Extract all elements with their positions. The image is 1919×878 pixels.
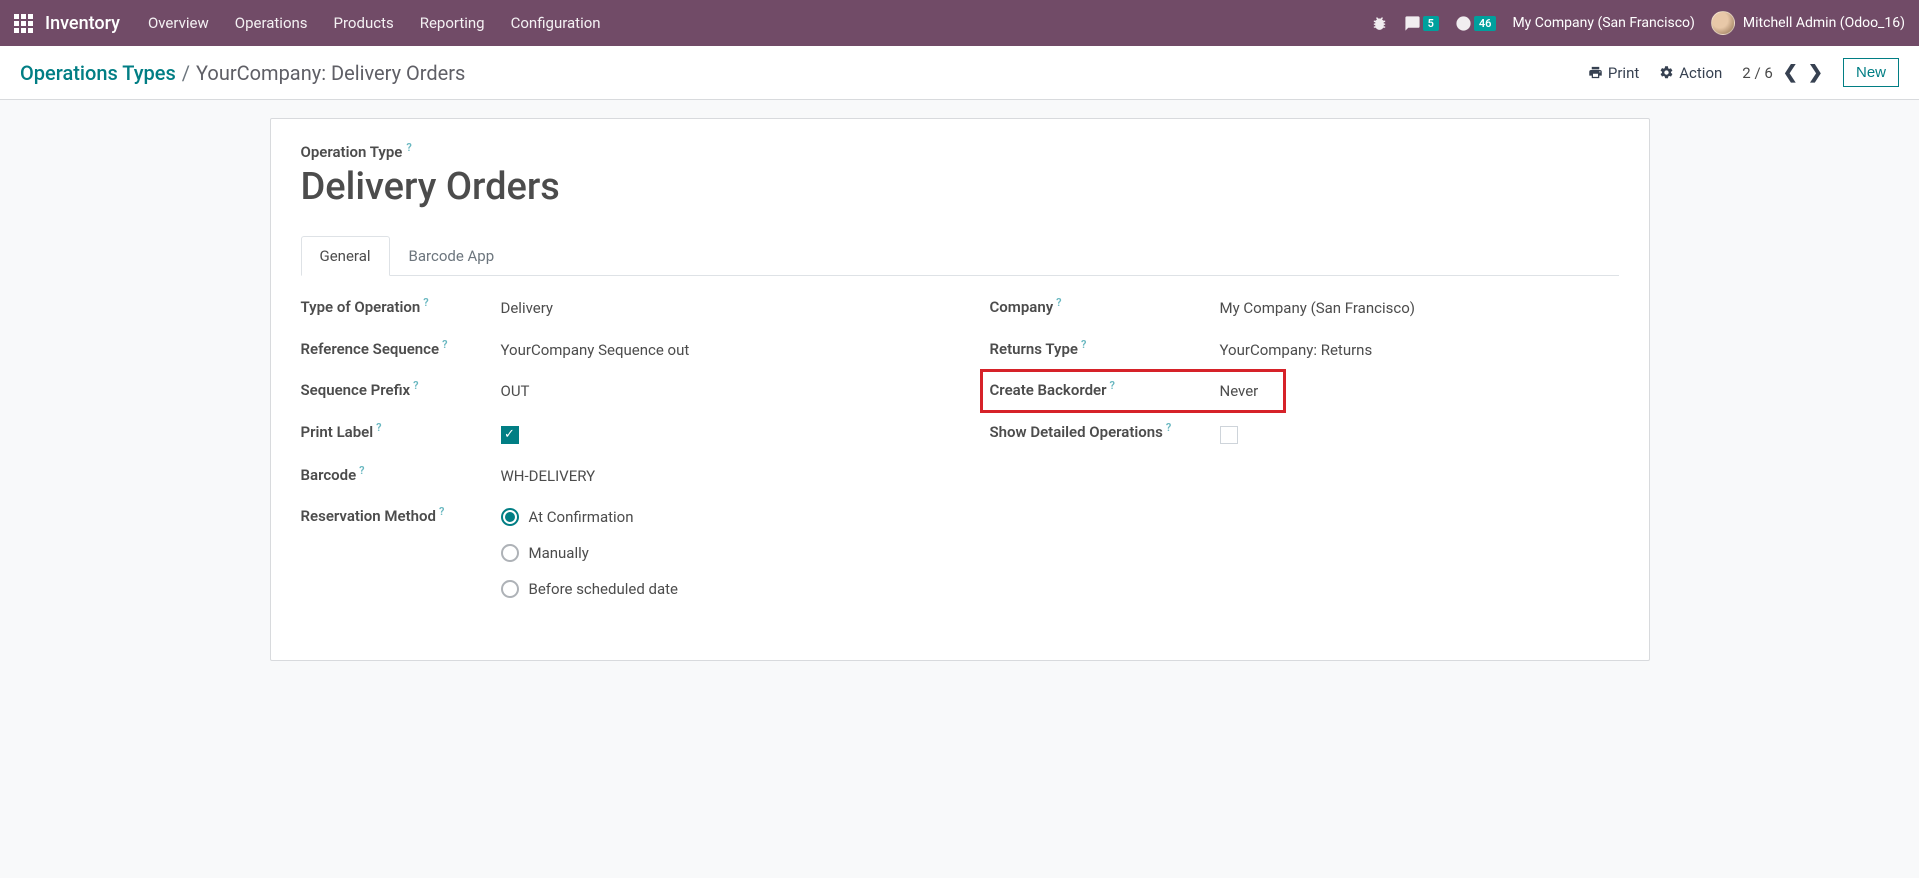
print-label-label: Print Label [301, 423, 374, 443]
radio-before-scheduled-date[interactable]: Before scheduled date [501, 580, 679, 598]
help-icon[interactable]: ? [1081, 338, 1086, 351]
field-reference-sequence: Reference Sequence ? YourCompany Sequenc… [301, 340, 930, 360]
company-value[interactable]: My Company (San Francisco) [1220, 298, 1415, 317]
print-button[interactable]: Print [1588, 64, 1639, 82]
form-columns: Type of Operation ? Delivery Reference S… [301, 298, 1619, 620]
chat-icon[interactable]: 5 [1404, 15, 1439, 32]
menu-products[interactable]: Products [334, 14, 394, 32]
help-icon[interactable]: ? [442, 338, 447, 351]
form-sheet: Operation Type ? Delivery Orders General… [270, 118, 1650, 661]
field-show-detailed-operations: Show Detailed Operations ? [990, 423, 1619, 448]
user-name: Mitchell Admin (Odoo_16) [1743, 15, 1905, 31]
reference-sequence-label: Reference Sequence [301, 340, 440, 360]
help-icon[interactable]: ? [406, 141, 411, 154]
gear-icon [1659, 65, 1674, 80]
radio-icon [501, 544, 519, 562]
breadcrumb-separator: / [182, 61, 190, 85]
returns-type-label: Returns Type [990, 340, 1078, 360]
top-nav: Inventory Overview Operations Products R… [0, 0, 1919, 46]
print-label: Print [1608, 64, 1639, 82]
menu-overview[interactable]: Overview [148, 14, 209, 32]
field-reservation-method: Reservation Method ? At Confirmation Man… [301, 507, 930, 598]
user-menu[interactable]: Mitchell Admin (Odoo_16) [1711, 11, 1905, 35]
print-icon [1588, 65, 1603, 80]
field-create-backorder: Create Backorder ? Never [990, 381, 1290, 401]
radio-manually[interactable]: Manually [501, 544, 679, 562]
tab-general[interactable]: General [301, 236, 390, 276]
right-column: Company ? My Company (San Francisco) Ret… [990, 298, 1619, 620]
returns-type-value[interactable]: YourCompany: Returns [1220, 340, 1373, 359]
type-of-operation-value[interactable]: Delivery [501, 298, 554, 317]
chat-badge: 5 [1423, 16, 1439, 31]
left-column: Type of Operation ? Delivery Reference S… [301, 298, 930, 620]
help-icon[interactable]: ? [1056, 296, 1061, 309]
pager: 2 / 6 ❮ ❯ [1742, 62, 1823, 83]
reference-sequence-value[interactable]: YourCompany Sequence out [501, 340, 690, 359]
menu-operations[interactable]: Operations [235, 14, 308, 32]
activity-badge: 46 [1474, 16, 1497, 31]
help-icon[interactable]: ? [413, 379, 418, 392]
field-type-of-operation: Type of Operation ? Delivery [301, 298, 930, 318]
create-backorder-value[interactable]: Never [1220, 381, 1259, 400]
main-menu: Overview Operations Products Reporting C… [148, 14, 1371, 32]
reservation-method-radios: At Confirmation Manually Before schedule… [501, 507, 679, 598]
action-button[interactable]: Action [1659, 64, 1722, 82]
help-icon[interactable]: ? [1166, 421, 1171, 434]
company-switcher[interactable]: My Company (San Francisco) [1512, 15, 1694, 31]
sequence-prefix-label: Sequence Prefix [301, 381, 411, 401]
type-of-operation-label: Type of Operation [301, 298, 421, 318]
print-label-checkbox[interactable]: ✓ [501, 423, 519, 444]
pager-next-icon[interactable]: ❯ [1808, 62, 1823, 83]
app-name[interactable]: Inventory [45, 13, 120, 34]
field-returns-type: Returns Type ? YourCompany: Returns [990, 340, 1619, 360]
create-backorder-label: Create Backorder [990, 381, 1107, 401]
barcode-label: Barcode [301, 466, 357, 486]
tabs: General Barcode App [301, 235, 1619, 276]
control-panel: Operations Types / YourCompany: Delivery… [0, 46, 1919, 100]
company-label: Company [990, 298, 1054, 318]
pager-prev-icon[interactable]: ❮ [1783, 62, 1798, 83]
check-icon: ✓ [501, 426, 519, 444]
nav-right: 5 46 My Company (San Francisco) Mitchell… [1371, 11, 1905, 35]
show-detailed-operations-checkbox[interactable] [1220, 423, 1238, 448]
action-label: Action [1679, 64, 1722, 82]
radio-label: At Confirmation [529, 508, 634, 526]
unchecked-icon [1220, 426, 1238, 444]
field-company: Company ? My Company (San Francisco) [990, 298, 1619, 318]
help-icon[interactable]: ? [376, 421, 381, 434]
pager-text[interactable]: 2 / 6 [1742, 64, 1773, 82]
form-container: Operation Type ? Delivery Orders General… [0, 100, 1919, 679]
title-label: Operation Type [301, 143, 403, 161]
new-button[interactable]: New [1843, 58, 1899, 87]
barcode-value[interactable]: WH-DELIVERY [501, 466, 596, 485]
help-icon[interactable]: ? [359, 464, 364, 477]
show-detailed-operations-label: Show Detailed Operations [990, 423, 1163, 443]
menu-reporting[interactable]: Reporting [420, 14, 485, 32]
field-sequence-prefix: Sequence Prefix ? OUT [301, 381, 930, 401]
debug-icon[interactable] [1371, 15, 1388, 32]
breadcrumb: Operations Types / YourCompany: Delivery… [20, 61, 465, 85]
page-title[interactable]: Delivery Orders [301, 165, 1619, 209]
breadcrumb-root[interactable]: Operations Types [20, 61, 176, 85]
radio-at-confirmation[interactable]: At Confirmation [501, 508, 679, 526]
reservation-method-label: Reservation Method [301, 507, 436, 527]
breadcrumb-current: YourCompany: Delivery Orders [196, 61, 465, 85]
tab-barcode-app[interactable]: Barcode App [390, 236, 514, 276]
sequence-prefix-value[interactable]: OUT [501, 381, 530, 400]
field-barcode: Barcode ? WH-DELIVERY [301, 466, 930, 486]
radio-icon [501, 580, 519, 598]
radio-label: Manually [529, 544, 589, 562]
help-icon[interactable]: ? [423, 296, 428, 309]
field-print-label: Print Label ? ✓ [301, 423, 930, 444]
help-icon[interactable]: ? [439, 505, 444, 518]
radio-label: Before scheduled date [529, 580, 679, 598]
radio-icon [501, 508, 519, 526]
menu-configuration[interactable]: Configuration [511, 14, 601, 32]
control-panel-right: Print Action 2 / 6 ❮ ❯ New [1588, 58, 1899, 87]
help-icon[interactable]: ? [1110, 379, 1115, 392]
activity-icon[interactable]: 46 [1455, 15, 1497, 32]
apps-icon[interactable] [14, 14, 33, 33]
avatar [1711, 11, 1735, 35]
